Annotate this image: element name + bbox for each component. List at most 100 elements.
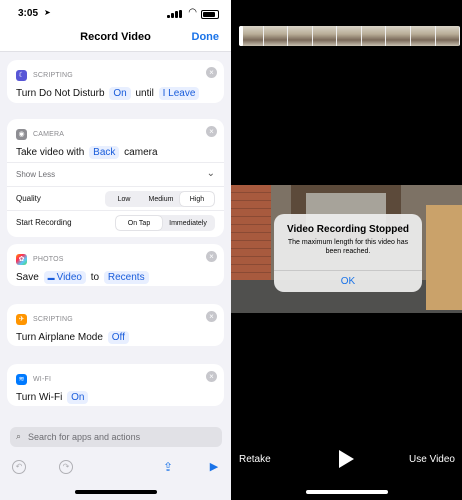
action-text: Turn Do Not Disturb <box>16 88 105 99</box>
home-indicator <box>306 490 388 494</box>
action-header: ◉ CAMERA <box>16 128 64 140</box>
airplane-state-param[interactable]: Off <box>107 331 129 344</box>
alert-title: Video Recording Stopped <box>286 224 410 235</box>
wifi-state-param[interactable]: On <box>67 391 89 404</box>
redo-icon[interactable]: ↷ <box>59 460 73 474</box>
camera-side-param[interactable]: Back <box>89 146 120 159</box>
filmstrip-frame <box>435 26 460 46</box>
chevron-down-icon: ⌄ <box>206 168 215 179</box>
quality-option-medium[interactable]: Medium <box>142 192 180 206</box>
video-variable-label: Video <box>56 272 82 283</box>
cellular-signal-icon <box>167 10 183 18</box>
show-less-row[interactable]: Show Less ⌄ <box>7 162 224 186</box>
scrubber-handle[interactable] <box>239 26 243 46</box>
shortcut-editor-pane: 3:05 ➤ ◠ Record Video Done ☾ SCRIPTING ×… <box>0 0 231 500</box>
action-search-bar[interactable]: ⌕ <box>10 427 222 447</box>
quality-segmented-control: Low Medium High <box>105 191 215 207</box>
home-indicator <box>75 490 157 494</box>
action-category: SCRIPTING <box>33 71 73 79</box>
wifi-status-icon: ◠ <box>188 7 197 18</box>
action-header: ✈ SCRIPTING <box>16 313 73 325</box>
action-text: Take video with <box>16 147 85 158</box>
action-summary: Take video with Back camera <box>16 146 158 159</box>
video-file-icon: ▬ <box>47 275 55 282</box>
preview-brick-wall <box>231 185 271 285</box>
dnd-until-param[interactable]: I Leave <box>158 87 200 100</box>
preview-cardboard-box <box>426 205 462 310</box>
run-shortcut-icon[interactable]: ▶ <box>207 460 221 474</box>
start-recording-label: Start Recording <box>16 218 72 227</box>
search-icon: ⌕ <box>16 431 22 441</box>
video-variable-param[interactable]: ▬ Video <box>43 271 86 284</box>
action-text: until <box>135 88 154 99</box>
retake-button[interactable]: Retake <box>239 454 271 465</box>
action-text: Turn Wi-Fi <box>16 392 63 403</box>
start-option-on-tap[interactable]: On Tap <box>116 216 162 230</box>
action-text: Save <box>16 272 39 283</box>
action-card-wifi[interactable]: ≋ WI-FI × Turn Wi-Fi On <box>7 364 224 406</box>
start-recording-segmented-control: On Tap Immediately <box>115 215 215 231</box>
action-header: ≋ WI-FI <box>16 373 51 385</box>
done-button[interactable]: Done <box>192 31 220 43</box>
status-time: 3:05 <box>18 8 39 19</box>
action-summary: Turn Airplane Mode Off <box>16 331 131 344</box>
filmstrip-frame <box>312 26 338 46</box>
action-text: to <box>90 272 100 283</box>
action-card-airplane-mode[interactable]: ✈ SCRIPTING × Turn Airplane Mode Off <box>7 304 224 346</box>
play-icon[interactable] <box>339 450 354 468</box>
camera-icon: ◉ <box>16 128 27 140</box>
quality-option-high[interactable]: High <box>180 192 214 206</box>
action-category: SCRIPTING <box>33 315 73 323</box>
filmstrip-frame <box>386 26 411 46</box>
status-bar: 3:05 ➤ ◠ <box>0 0 231 24</box>
action-summary: Turn Do Not Disturb On until I Leave <box>16 87 201 100</box>
filmstrip-frame <box>288 26 313 46</box>
action-text: Turn Airplane Mode <box>16 332 103 343</box>
action-category: WI-FI <box>33 375 52 383</box>
filmstrip-frame <box>361 26 387 46</box>
nav-bar: Record Video Done <box>0 24 231 52</box>
remove-action-button[interactable]: × <box>206 371 217 382</box>
search-input[interactable] <box>28 430 218 444</box>
wifi-icon: ≋ <box>16 373 27 385</box>
airplane-icon: ✈ <box>16 313 27 325</box>
quality-row: Quality Low Medium High <box>7 186 224 210</box>
show-less-label: Show Less <box>16 170 56 179</box>
action-card-take-video[interactable]: ◉ CAMERA × Take video with Back camera S… <box>7 119 224 237</box>
action-card-save-video[interactable]: ✿ PHOTOS × Save ▬ Video to Recents <box>7 244 224 286</box>
start-option-immediately[interactable]: Immediately <box>162 216 214 230</box>
dnd-state-param[interactable]: On <box>109 87 131 100</box>
action-category: PHOTOS <box>33 255 64 263</box>
action-summary: Save ▬ Video to Recents <box>16 271 151 284</box>
photos-icon: ✿ <box>16 253 27 265</box>
remove-action-button[interactable]: × <box>206 251 217 262</box>
filmstrip-frame <box>263 26 289 46</box>
album-param[interactable]: Recents <box>103 271 149 284</box>
action-summary: Turn Wi-Fi On <box>16 391 90 404</box>
remove-action-button[interactable]: × <box>206 311 217 322</box>
alert-message: The maximum length for this video has be… <box>287 239 409 255</box>
location-arrow-icon: ➤ <box>44 8 51 17</box>
action-header: ✿ PHOTOS <box>16 253 64 265</box>
battery-icon <box>201 10 219 19</box>
action-card-do-not-disturb[interactable]: ☾ SCRIPTING × Turn Do Not Disturb On unt… <box>7 60 224 103</box>
remove-action-button[interactable]: × <box>206 126 217 137</box>
moon-icon: ☾ <box>16 69 27 81</box>
camera-bottom-bar: Retake Use Video <box>231 440 462 480</box>
start-recording-row: Start Recording On Tap Immediately <box>7 210 224 234</box>
filmstrip-frame <box>337 26 362 46</box>
undo-icon[interactable]: ↶ <box>12 460 26 474</box>
action-text: camera <box>124 147 158 158</box>
quality-label: Quality <box>16 194 41 203</box>
action-header: ☾ SCRIPTING <box>16 69 73 81</box>
alert-ok-button[interactable]: OK <box>274 270 422 292</box>
quality-option-low[interactable]: Low <box>106 192 142 206</box>
recording-stopped-alert: Video Recording Stopped The maximum leng… <box>274 214 422 292</box>
camera-pane: Video Recording Stopped The maximum leng… <box>231 0 462 500</box>
video-filmstrip[interactable] <box>239 26 460 46</box>
use-video-button[interactable]: Use Video <box>409 454 455 465</box>
share-icon[interactable]: ⇪ <box>161 460 175 474</box>
remove-action-button[interactable]: × <box>206 67 217 78</box>
filmstrip-frame <box>410 26 436 46</box>
action-category: CAMERA <box>33 130 65 138</box>
